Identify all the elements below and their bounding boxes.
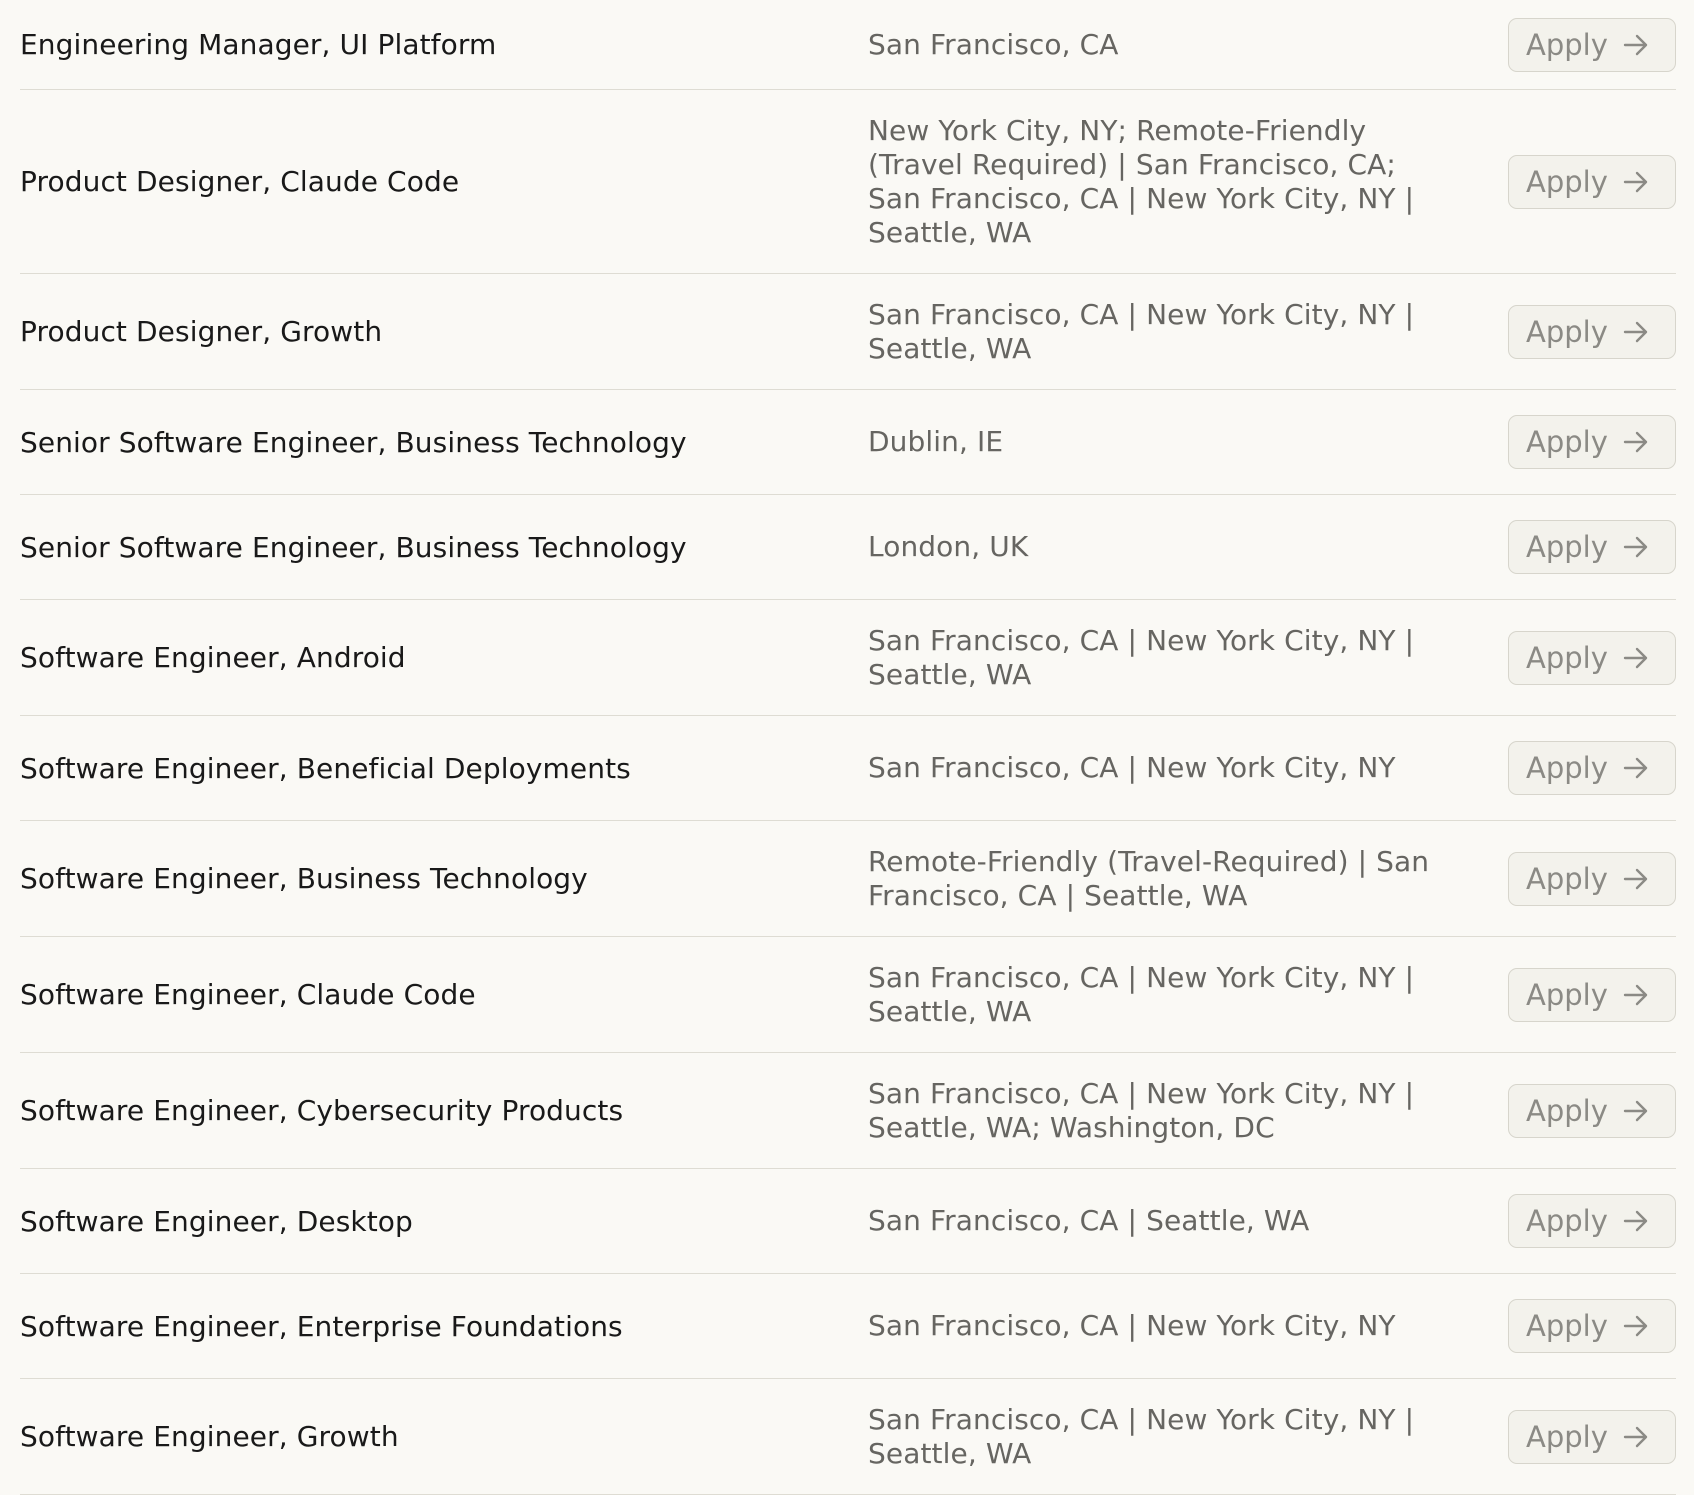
arrow-right-icon <box>1623 757 1648 779</box>
job-location: Dublin, IE <box>868 425 1004 458</box>
job-title: Software Engineer, Desktop <box>20 1204 413 1238</box>
apply-label: Apply <box>1526 1309 1608 1343</box>
job-row: Software Engineer, Cybersecurity Product… <box>20 1053 1676 1169</box>
job-location: Remote-Friendly (Travel-Required) | San … <box>868 844 1430 912</box>
apply-label: Apply <box>1526 425 1608 459</box>
job-row: Product Designer, Claude Code New York C… <box>20 90 1676 274</box>
arrow-right-icon <box>1623 34 1648 55</box>
apply-label: Apply <box>1526 27 1608 62</box>
job-title: Senior Software Engineer, Business Techn… <box>20 530 687 564</box>
apply-button[interactable]: Apply <box>1508 967 1676 1022</box>
job-title: Software Engineer, Beneficial Deployment… <box>20 751 631 785</box>
job-title: Product Designer, Growth <box>20 315 383 348</box>
job-title: Product Designer, Claude Code <box>20 165 460 198</box>
arrow-right-icon <box>1623 171 1648 192</box>
apply-label: Apply <box>1526 164 1608 199</box>
apply-button[interactable]: Apply <box>1508 1083 1676 1138</box>
job-title: Senior Software Engineer, Business Techn… <box>20 425 687 459</box>
job-row: Software Engineer, Growth San Francisco,… <box>20 1379 1676 1495</box>
apply-label: Apply <box>1526 1093 1608 1128</box>
job-title: Software Engineer, Cybersecurity Product… <box>20 1094 624 1127</box>
job-row: Software Engineer, Android San Francisco… <box>20 600 1676 716</box>
apply-button[interactable]: Apply <box>1508 415 1676 469</box>
apply-label: Apply <box>1526 861 1608 896</box>
job-title: Engineering Manager, UI Platform <box>20 28 497 61</box>
job-row: Engineering Manager, UI Platform San Fra… <box>20 0 1676 90</box>
job-row: Product Designer, Growth San Francisco, … <box>20 274 1676 390</box>
apply-label: Apply <box>1526 977 1608 1012</box>
apply-button[interactable]: Apply <box>1508 1299 1676 1353</box>
apply-button[interactable]: Apply <box>1508 304 1676 359</box>
apply-label: Apply <box>1526 314 1608 349</box>
apply-label: Apply <box>1526 1419 1608 1454</box>
job-title: Software Engineer, Android <box>20 641 406 674</box>
job-listings: Engineering Manager, UI Platform San Fra… <box>20 0 1676 1495</box>
arrow-right-icon <box>1623 984 1648 1005</box>
arrow-right-icon <box>1623 1426 1648 1447</box>
job-location: San Francisco, CA | New York City, NY <box>868 751 1396 784</box>
apply-button[interactable]: Apply <box>1508 17 1676 72</box>
apply-button[interactable]: Apply <box>1508 630 1676 685</box>
arrow-right-icon <box>1623 321 1648 342</box>
job-location: San Francisco, CA | Seattle, WA <box>868 1204 1310 1237</box>
job-location: San Francisco, CA | New York City, NY | … <box>868 1076 1415 1144</box>
job-location: San Francisco, CA | New York City, NY | … <box>868 1402 1415 1470</box>
job-row: Software Engineer, Claude Code San Franc… <box>20 937 1676 1053</box>
job-location: San Francisco, CA | New York City, NY | … <box>868 623 1415 691</box>
apply-button[interactable]: Apply <box>1508 851 1676 906</box>
job-location: San Francisco, CA | New York City, NY <box>868 1309 1396 1342</box>
arrow-right-icon <box>1623 1210 1648 1232</box>
apply-label: Apply <box>1526 1204 1608 1238</box>
job-row: Software Engineer, Beneficial Deployment… <box>20 716 1676 821</box>
arrow-right-icon <box>1623 536 1648 558</box>
arrow-right-icon <box>1623 868 1648 889</box>
job-title: Software Engineer, Enterprise Foundation… <box>20 1309 623 1343</box>
job-title: Software Engineer, Business Technology <box>20 862 588 895</box>
job-location: San Francisco, CA | New York City, NY | … <box>868 960 1415 1028</box>
apply-label: Apply <box>1526 530 1608 564</box>
job-location: San Francisco, CA | New York City, NY | … <box>868 297 1415 365</box>
job-row: Software Engineer, Business Technology R… <box>20 821 1676 937</box>
job-row: Software Engineer, Desktop San Francisco… <box>20 1169 1676 1274</box>
apply-label: Apply <box>1526 751 1608 785</box>
arrow-right-icon <box>1623 647 1648 668</box>
job-title: Software Engineer, Growth <box>20 1420 399 1453</box>
job-row: Senior Software Engineer, Business Techn… <box>20 390 1676 495</box>
apply-button[interactable]: Apply <box>1508 520 1676 574</box>
apply-label: Apply <box>1526 640 1608 675</box>
job-location: New York City, NY; Remote-Friendly (Trav… <box>868 113 1415 249</box>
job-location: London, UK <box>868 530 1029 563</box>
job-title: Software Engineer, Claude Code <box>20 978 476 1011</box>
arrow-right-icon <box>1623 431 1648 453</box>
apply-button[interactable]: Apply <box>1508 1409 1676 1464</box>
apply-button[interactable]: Apply <box>1508 741 1676 795</box>
job-row: Software Engineer, Enterprise Foundation… <box>20 1274 1676 1379</box>
arrow-right-icon <box>1623 1315 1648 1337</box>
apply-button[interactable]: Apply <box>1508 154 1676 209</box>
arrow-right-icon <box>1623 1100 1648 1121</box>
apply-button[interactable]: Apply <box>1508 1194 1676 1248</box>
job-location: San Francisco, CA <box>868 27 1119 61</box>
job-row: Senior Software Engineer, Business Techn… <box>20 495 1676 600</box>
